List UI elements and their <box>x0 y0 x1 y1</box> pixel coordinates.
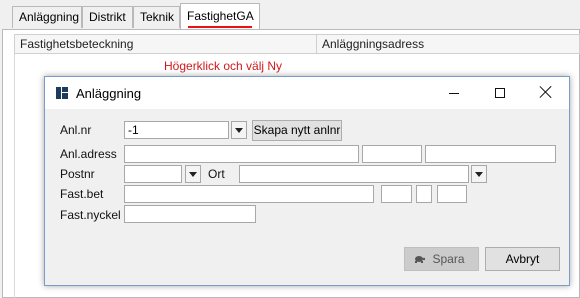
column-header-fastighetsbeteckning[interactable]: Fastighetsbeteckning <box>15 35 321 53</box>
fast-bet-label: Fast.bet <box>60 187 104 201</box>
anl-adress-label: Anl.adress <box>60 147 117 161</box>
minimize-button[interactable] <box>431 77 477 109</box>
fast-bet-unit-field[interactable] <box>437 185 467 203</box>
app-grid-icon <box>56 87 68 99</box>
maximize-button[interactable] <box>477 77 523 109</box>
minimize-icon <box>449 93 459 94</box>
fast-nyckel-label: Fast.nyckel <box>60 208 121 222</box>
ort-label: Ort <box>208 167 225 181</box>
postnr-label: Postnr <box>60 167 95 181</box>
fast-bet-field[interactable] <box>124 185 374 203</box>
ort-field[interactable] <box>239 165 469 183</box>
close-button[interactable] <box>523 77 569 109</box>
anl-adress-number-field[interactable] <box>362 145 422 163</box>
ort-dropdown[interactable] <box>471 165 487 183</box>
postnr-dropdown[interactable] <box>185 165 201 183</box>
anl-nr-label: Anl.nr <box>60 123 92 137</box>
anlaggning-dialog: Anläggning Anl.nr -1 Skapa nytt anlnr An… <box>44 76 570 286</box>
dialog-title: Anläggning <box>76 86 142 101</box>
anl-nr-dropdown[interactable] <box>231 121 247 139</box>
fast-bet-separator-field[interactable] <box>416 185 432 203</box>
dialog-titlebar[interactable]: Anläggning <box>45 77 569 109</box>
instruction-text: Högerklick och välj Ny <box>164 59 283 73</box>
column-header-anlaggningsadress[interactable]: Anläggningsadress <box>317 35 580 53</box>
fast-nyckel-field[interactable] <box>124 205 256 223</box>
save-button-label: Spara <box>432 252 465 266</box>
tab-bar: Anläggning Distrikt Teknik FastighetGA <box>0 0 580 30</box>
tab-distrikt[interactable]: Distrikt <box>82 6 133 28</box>
maximize-icon <box>495 88 505 98</box>
fast-bet-block-field[interactable] <box>381 185 412 203</box>
anl-adress-extra-field[interactable] <box>425 145 556 163</box>
anl-nr-field[interactable]: -1 <box>124 121 229 139</box>
postnr-field[interactable] <box>124 165 182 183</box>
tab-teknik[interactable]: Teknik <box>133 6 180 28</box>
turtle-icon <box>415 256 425 263</box>
cancel-button[interactable]: Avbryt <box>485 247 560 271</box>
table-header: Fastighetsbeteckning Anläggningsadress <box>14 34 580 54</box>
tab-anlaggning[interactable]: Anläggning <box>12 6 82 28</box>
save-button[interactable]: Spara <box>404 247 479 271</box>
close-icon <box>539 85 553 99</box>
create-anlnr-button[interactable]: Skapa nytt anlnr <box>252 120 342 141</box>
active-tab-underline <box>188 26 252 28</box>
anl-adress-street-field[interactable] <box>124 145 359 163</box>
table-border <box>14 54 15 298</box>
